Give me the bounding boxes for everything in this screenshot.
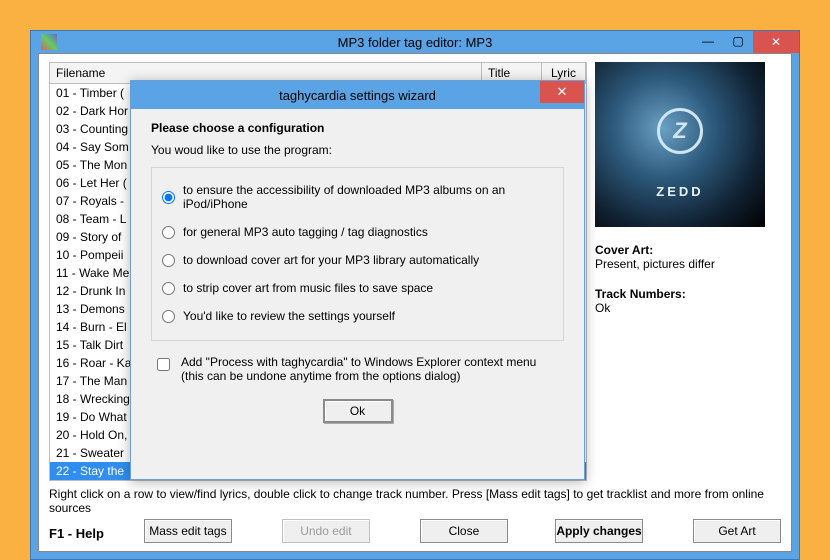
side-panel: Z ZEDD Cover Art: Present, pictures diff… — [591, 62, 781, 481]
cover-art-value: Present, pictures differ — [595, 257, 781, 271]
wizard-radio-ipod[interactable] — [162, 191, 175, 204]
bottom-bar: F1 - Help Mass edit tags Undo edit Close… — [49, 519, 781, 543]
track-numbers-value: Ok — [595, 301, 781, 315]
wizard-radio-download-art[interactable] — [162, 254, 175, 267]
wizard-context-menu-option[interactable]: Add "Process with taghycardia" to Window… — [151, 341, 564, 393]
wizard-titlebar[interactable]: taghycardia settings wizard ✕ — [131, 81, 584, 109]
mass-edit-button[interactable]: Mass edit tags — [144, 519, 232, 543]
track-numbers-label: Track Numbers: — [595, 287, 781, 301]
wizard-options-group: to ensure the accessibility of downloade… — [151, 167, 564, 341]
cover-brand: ZEDD — [595, 184, 765, 199]
get-art-button[interactable]: Get Art — [693, 519, 781, 543]
cover-art[interactable]: Z ZEDD — [595, 62, 765, 227]
wizard-option-download-art[interactable]: to download cover art for your MP3 libra… — [160, 246, 555, 274]
settings-wizard-dialog: taghycardia settings wizard ✕ Please cho… — [130, 80, 585, 480]
titlebar[interactable]: MP3 folder tag editor: MP3 — ▢ ✕ — [31, 31, 799, 53]
cover-art-label: Cover Art: — [595, 243, 781, 257]
app-icon — [41, 34, 57, 50]
wizard-title: taghycardia settings wizard — [131, 88, 584, 103]
wizard-option-review[interactable]: You'd like to review the settings yourse… — [160, 302, 555, 330]
maximize-button[interactable]: ▢ — [723, 31, 753, 51]
hint-text: Right click on a row to view/find lyrics… — [49, 487, 781, 515]
wizard-option-general[interactable]: for general MP3 auto tagging / tag diagn… — [160, 218, 555, 246]
window-title: MP3 folder tag editor: MP3 — [31, 35, 799, 50]
wizard-heading: Please choose a configuration — [151, 121, 564, 135]
wizard-close-button[interactable]: ✕ — [540, 81, 584, 103]
close-app-button[interactable]: Close — [420, 519, 508, 543]
cover-logo-icon: Z — [657, 108, 703, 154]
minimize-button[interactable]: — — [693, 31, 723, 51]
wizard-radio-review[interactable] — [162, 310, 175, 323]
wizard-option-strip-art[interactable]: to strip cover art from music files to s… — [160, 274, 555, 302]
wizard-context-menu-checkbox[interactable] — [157, 358, 170, 371]
wizard-option-ipod[interactable]: to ensure the accessibility of downloade… — [160, 176, 555, 218]
apply-changes-button[interactable]: Apply changes — [555, 519, 643, 543]
undo-edit-button[interactable]: Undo edit — [282, 519, 370, 543]
wizard-ok-button[interactable]: Ok — [323, 399, 393, 423]
help-label: F1 - Help — [49, 526, 104, 541]
close-button[interactable]: ✕ — [753, 31, 799, 53]
wizard-subtitle: You woud like to use the program: — [151, 143, 564, 157]
wizard-radio-general[interactable] — [162, 226, 175, 239]
wizard-radio-strip-art[interactable] — [162, 282, 175, 295]
